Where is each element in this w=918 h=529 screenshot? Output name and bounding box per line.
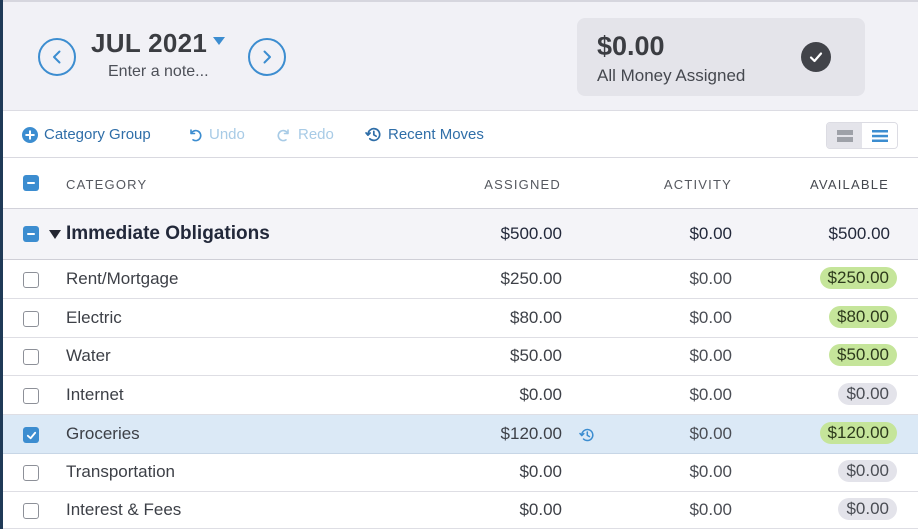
assigned-amount[interactable]: $50.00	[510, 346, 562, 366]
activity-amount[interactable]: $0.00	[689, 500, 732, 520]
category-row[interactable]: Internet $0.00 $0.00 $0.00	[3, 376, 918, 415]
category-group-label: Category Group	[44, 126, 151, 143]
available-pill[interactable]: $250.00	[819, 267, 897, 289]
available-pill[interactable]: $50.00	[829, 344, 897, 366]
list-view-icon	[871, 129, 888, 142]
activity-amount[interactable]: $0.00	[689, 269, 732, 289]
view-toggle	[826, 122, 898, 149]
expanded-view-button[interactable]	[862, 123, 897, 148]
month-label: JUL 2021	[91, 28, 208, 58]
to-be-assigned-card[interactable]: $0.00 All Money Assigned	[577, 18, 865, 96]
category-checkbox[interactable]	[23, 503, 39, 519]
select-all-checkbox[interactable]	[23, 175, 39, 191]
redo-label: Redo	[298, 126, 334, 143]
month-note-input[interactable]: Enter a note...	[108, 63, 241, 81]
group-assigned: $500.00	[500, 224, 562, 243]
category-checkbox[interactable]	[23, 388, 39, 404]
category-row[interactable]: Rent/Mortgage $250.00 $0.00 $250.00	[3, 260, 918, 299]
to-be-assigned-amount: $0.00	[597, 31, 665, 61]
undo-button[interactable]: Undo	[187, 126, 245, 143]
recent-moves-label: Recent Moves	[388, 126, 484, 143]
activity-amount[interactable]: $0.00	[689, 424, 732, 444]
available-pill[interactable]: $0.00	[838, 383, 897, 405]
column-header-activity: ACTIVITY	[663, 177, 732, 192]
chevron-right-icon	[263, 50, 271, 64]
collapsed-view-button[interactable]	[827, 123, 862, 148]
window-left-edge	[0, 0, 3, 529]
category-checkbox[interactable]	[23, 311, 39, 327]
category-checkbox[interactable]	[23, 349, 39, 365]
assigned-amount[interactable]: $0.00	[519, 462, 562, 482]
group-available: $500.00	[828, 224, 890, 243]
category-name[interactable]: Groceries	[66, 424, 140, 444]
chevron-left-icon	[53, 50, 61, 64]
column-header-assigned: ASSIGNED	[484, 177, 561, 192]
next-month-button[interactable]	[248, 38, 286, 76]
caret-down-icon	[213, 36, 226, 45]
activity-amount[interactable]: $0.00	[689, 346, 732, 366]
category-name[interactable]: Internet	[66, 385, 124, 405]
budget-header: JUL 2021 Enter a note... $0.00 All Money…	[3, 0, 918, 111]
recent-moves-button[interactable]: Recent Moves	[365, 126, 484, 143]
category-name[interactable]: Rent/Mortgage	[66, 269, 178, 289]
category-row[interactable]: Interest & Fees $0.00 $0.00 $0.00	[3, 492, 918, 529]
available-pill[interactable]: $0.00	[838, 460, 897, 482]
activity-amount[interactable]: $0.00	[689, 462, 732, 482]
category-group-row[interactable]: Immediate Obligations $500.00 $0.00 $500…	[3, 209, 918, 260]
available-pill[interactable]: $120.00	[819, 422, 897, 444]
column-header-category[interactable]: CATEGORY	[66, 177, 147, 192]
category-checkbox[interactable]	[23, 465, 39, 481]
available-pill[interactable]: $80.00	[829, 306, 897, 328]
group-activity: $0.00	[689, 224, 732, 243]
category-name[interactable]: Transportation	[66, 462, 175, 482]
assigned-amount[interactable]: $0.00	[519, 385, 562, 405]
previous-month-button[interactable]	[38, 38, 76, 76]
assigned-amount[interactable]: $0.00	[519, 500, 562, 520]
category-name[interactable]: Electric	[66, 308, 122, 328]
to-be-assigned-label: All Money Assigned	[597, 66, 746, 85]
available-pill[interactable]: $0.00	[838, 498, 897, 520]
group-checkbox[interactable]	[23, 226, 39, 242]
activity-amount[interactable]: $0.00	[689, 385, 732, 405]
month-selector: JUL 2021 Enter a note...	[91, 28, 241, 81]
budget-toolbar: Category Group Undo Redo Recent Moves	[3, 111, 918, 158]
category-checkbox[interactable]	[23, 427, 39, 443]
month-picker[interactable]: JUL 2021	[91, 28, 241, 59]
assigned-amount[interactable]: $80.00	[510, 308, 562, 328]
checkmark-icon	[26, 431, 36, 439]
category-name[interactable]: Water	[66, 346, 111, 366]
assigned-amount[interactable]: $120.00	[501, 424, 562, 444]
table-header: CATEGORY ASSIGNED ACTIVITY AVAILABLE	[3, 158, 918, 209]
two-row-view-icon	[836, 129, 853, 142]
column-header-available: AVAILABLE	[810, 177, 889, 192]
undo-icon	[190, 128, 202, 141]
check-circle-icon	[801, 42, 831, 72]
assigned-amount[interactable]: $250.00	[501, 269, 562, 289]
group-name[interactable]: Immediate Obligations	[66, 223, 270, 245]
undo-label: Undo	[209, 126, 245, 143]
collapse-caret-icon[interactable]	[49, 230, 61, 239]
redo-icon	[277, 128, 289, 141]
activity-amount[interactable]: $0.00	[689, 308, 732, 328]
redo-button[interactable]: Redo	[276, 126, 334, 143]
category-checkbox[interactable]	[23, 272, 39, 288]
category-name[interactable]: Interest & Fees	[66, 500, 181, 520]
category-row[interactable]: Groceries $120.00 $0.00 $120.00	[3, 415, 918, 454]
category-row[interactable]: Water $50.00 $0.00 $50.00	[3, 338, 918, 376]
category-row[interactable]: Transportation $0.00 $0.00 $0.00	[3, 454, 918, 492]
history-icon	[365, 127, 381, 142]
add-category-group-button[interactable]: Category Group	[22, 126, 151, 143]
assignment-history-icon[interactable]	[579, 427, 595, 448]
category-row[interactable]: Electric $80.00 $0.00 $80.00	[3, 299, 918, 338]
plus-circle-icon	[22, 126, 38, 143]
